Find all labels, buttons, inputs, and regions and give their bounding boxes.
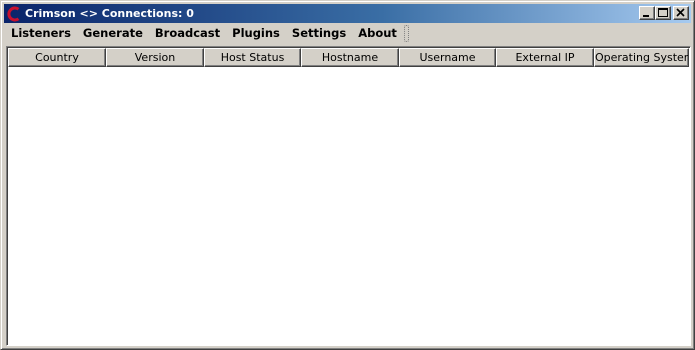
title-bar[interactable]: Crimson <> Connections: 0 xyxy=(4,4,691,23)
menu-plugins[interactable]: Plugins xyxy=(226,24,286,43)
caption-buttons xyxy=(639,6,689,20)
column-header-country[interactable]: Country xyxy=(8,48,106,67)
table-header-row: Country Version Host Status Hostname Use… xyxy=(8,48,689,67)
column-header-version[interactable]: Version xyxy=(106,48,204,67)
maximize-icon xyxy=(658,8,668,17)
maximize-button[interactable] xyxy=(655,6,671,20)
close-button[interactable] xyxy=(673,6,689,20)
menu-broadcast[interactable]: Broadcast xyxy=(149,24,226,43)
menu-grip-handle[interactable] xyxy=(403,25,409,42)
column-header-external-ip[interactable]: External IP xyxy=(496,48,594,67)
main-window: Crimson <> Connections: 0 Listeners Gene… xyxy=(0,0,695,350)
window-title: Crimson <> Connections: 0 xyxy=(25,7,194,20)
column-header-host-status[interactable]: Host Status xyxy=(204,48,301,67)
crimson-c-logo-icon xyxy=(7,6,20,21)
menu-listeners[interactable]: Listeners xyxy=(4,24,77,43)
column-header-username[interactable]: Username xyxy=(399,48,496,67)
menu-bar: Listeners Generate Broadcast Plugins Set… xyxy=(4,24,691,43)
menu-about[interactable]: About xyxy=(352,24,403,43)
column-header-operating-system[interactable]: Operating System xyxy=(594,48,689,67)
close-icon xyxy=(676,8,685,17)
menu-generate[interactable]: Generate xyxy=(77,24,149,43)
column-header-hostname[interactable]: Hostname xyxy=(301,48,399,67)
connections-table[interactable]: Country Version Host Status Hostname Use… xyxy=(6,46,691,346)
minimize-icon xyxy=(643,15,649,17)
minimize-button[interactable] xyxy=(639,6,655,20)
menu-settings[interactable]: Settings xyxy=(286,24,352,43)
